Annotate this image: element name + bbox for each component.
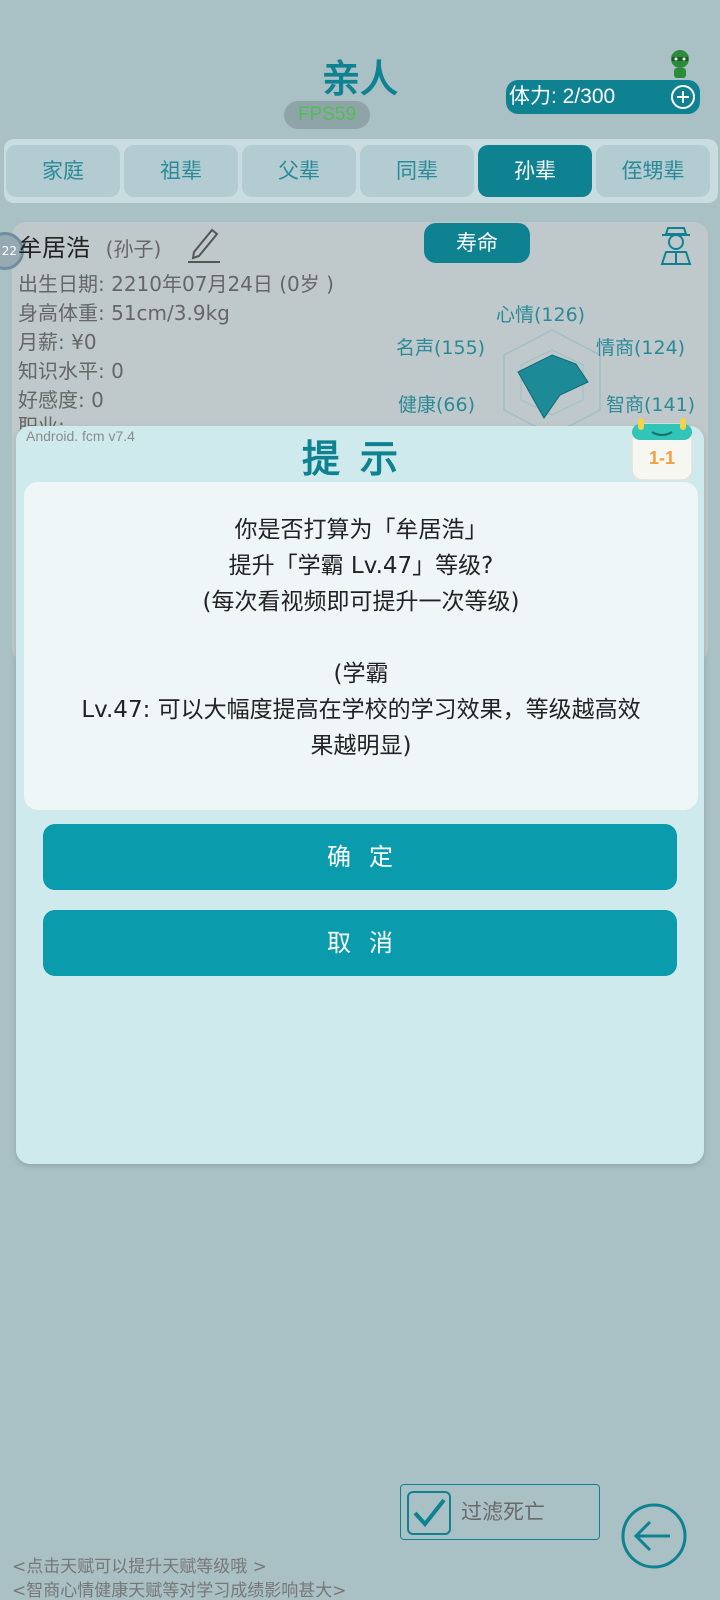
radar-label-fame: 名声(155)	[396, 337, 486, 359]
birth-date: 出生日期: 2210年07月24日 (0岁 )	[18, 272, 334, 296]
detective-icon[interactable]	[658, 224, 694, 266]
calendar-label: 1-1	[649, 448, 675, 468]
tab-grandchildren[interactable]: 孙辈	[478, 145, 592, 197]
tab-grandparents[interactable]: 祖辈	[124, 145, 238, 197]
tab-peers[interactable]: 同辈	[360, 145, 474, 197]
message-line-6: 果越明显)	[310, 733, 412, 759]
tab-parents[interactable]: 父辈	[242, 145, 356, 197]
back-arrow-icon[interactable]	[620, 1502, 688, 1570]
dialog-message: 你是否打算为「牟居浩」 提升「学霸 Lv.47」等级? (每次看视频即可提升一次…	[24, 482, 698, 810]
cancel-label: 取消	[327, 929, 411, 957]
confirm-label: 确定	[327, 843, 411, 871]
filter-dead-toggle[interactable]: 过滤死亡	[400, 1484, 600, 1540]
fps-badge: FPS59	[284, 101, 370, 129]
message-line-3: (每次看视频即可提升一次等级)	[202, 589, 520, 615]
knowledge-level: 知识水平: 0	[18, 359, 124, 383]
radar-label-eq: 情商(124)	[596, 337, 686, 359]
radar-label-health: 健康(66)	[398, 394, 476, 416]
relation-tabbar: 家庭 祖辈 父辈 同辈 孙辈 侄甥辈	[4, 139, 718, 203]
radar-label-iq: 智商(141)	[606, 394, 696, 416]
salary: 月薪: ¥0	[18, 330, 97, 354]
filter-checkbox[interactable]	[407, 1491, 451, 1535]
attribute-radar: 心情(126) 名声(155) 情商(124) 健康(66) 智商(141)	[396, 300, 706, 430]
confirm-button[interactable]: 确定	[43, 824, 677, 890]
profile-name-line: 牟居浩 (孙子)	[18, 228, 161, 263]
add-stamina-icon[interactable]	[671, 85, 695, 109]
checkmark-icon	[413, 1498, 446, 1528]
message-line-4: (学霸	[333, 661, 389, 687]
dialog-title: 提示	[301, 437, 418, 481]
stamina-label: 体力: 2/300	[509, 85, 616, 108]
tab-family[interactable]: 家庭	[6, 145, 120, 197]
radar-label-mood: 心情(126)	[496, 304, 586, 326]
stamina-display: 体力: 2/300	[506, 80, 700, 114]
filter-label: 过滤死亡	[461, 1500, 545, 1524]
calendar-icon: 1-1	[631, 418, 693, 481]
message-line-5: Lv.47: 可以大幅度提高在学校的学习效果，等级越高效	[81, 697, 641, 723]
tab-nephews[interactable]: 侄甥辈	[596, 145, 710, 197]
lifespan-button[interactable]: 寿命	[424, 223, 530, 263]
hint-talent-upgrade: <点击天赋可以提升天赋等级哦 >	[12, 1557, 267, 1577]
ninja-avatar-icon[interactable]	[666, 49, 694, 79]
cancel-button[interactable]: 取消	[43, 910, 677, 976]
message-line-2: 提升「学霸 Lv.47」等级?	[228, 553, 494, 579]
hint-study-influence: <智商心情健康天赋等对学习成绩影响甚大>	[12, 1581, 347, 1600]
height-weight: 身高体重: 51cm/3.9kg	[18, 301, 230, 325]
message-line-1: 你是否打算为「牟居浩」	[234, 517, 488, 543]
profile-name: 牟居浩	[18, 234, 90, 262]
profile-relation: (孙子)	[105, 237, 162, 261]
favorability: 好感度: 0	[18, 388, 104, 412]
edit-name-icon[interactable]	[186, 224, 222, 264]
